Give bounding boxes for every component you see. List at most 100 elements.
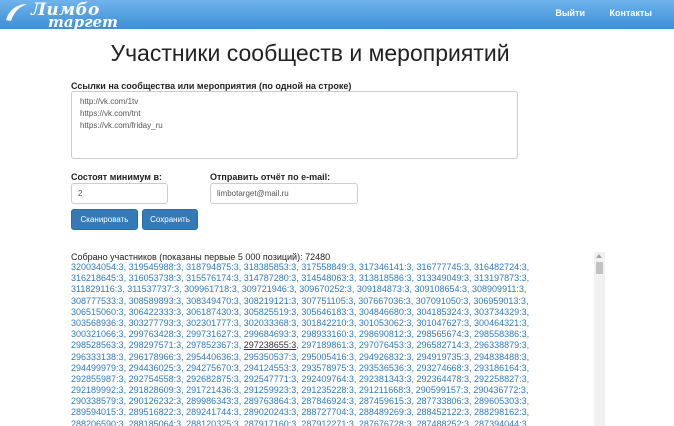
member-id-link[interactable]: 287488252:3: [416, 419, 469, 426]
nav-logout-link[interactable]: Выйти: [555, 8, 585, 18]
member-id-link[interactable]: 296338879:3: [474, 340, 527, 350]
member-id-link[interactable]: 288206590:3: [71, 419, 124, 426]
member-id-link[interactable]: 292855987:3: [71, 374, 124, 384]
member-id-link[interactable]: 318385853:3: [244, 262, 297, 272]
member-id-link[interactable]: 288298162:3: [474, 407, 527, 417]
member-id-link[interactable]: 317346141:3: [359, 262, 412, 272]
member-id-link[interactable]: 295350537:3: [244, 352, 297, 362]
member-id-link[interactable]: 290126232:3: [129, 396, 182, 406]
member-id-link[interactable]: 291721436:3: [186, 385, 239, 395]
member-id-link[interactable]: 297238655:3: [244, 340, 297, 350]
member-id-link[interactable]: 303568936:3: [71, 318, 124, 328]
member-id-link[interactable]: 294838488:3: [474, 352, 527, 362]
member-id-link[interactable]: 304846680:3: [359, 307, 412, 317]
member-id-link[interactable]: 305646183:3: [301, 307, 354, 317]
member-id-link[interactable]: 289241744:3: [186, 407, 239, 417]
member-id-link[interactable]: 290599157:3: [416, 385, 469, 395]
member-id-link[interactable]: 292754558:3: [129, 374, 182, 384]
member-id-link[interactable]: 291828609:3: [129, 385, 182, 395]
member-id-link[interactable]: 293578975:3: [301, 363, 354, 373]
member-id-link[interactable]: 295005416:3: [301, 352, 354, 362]
member-id-link[interactable]: 309184873:3: [357, 284, 410, 294]
member-id-link[interactable]: 308219121:3: [244, 296, 297, 306]
links-textarea[interactable]: http://vk.com/1tv https://vk.com/tnt htt…: [71, 91, 518, 159]
member-id-link[interactable]: 292364478:3: [416, 374, 469, 384]
member-id-link[interactable]: 296333138:3: [71, 352, 124, 362]
member-id-link[interactable]: 289020243:3: [244, 407, 297, 417]
member-id-link[interactable]: 288185064:3: [129, 419, 182, 426]
member-id-link[interactable]: 316218645:3: [71, 273, 124, 283]
member-id-link[interactable]: 288452122:3: [416, 407, 469, 417]
member-id-link[interactable]: 298565674:3: [416, 329, 469, 339]
member-id-link[interactable]: 316053738:3: [129, 273, 182, 283]
member-id-link[interactable]: 306187430:3: [186, 307, 239, 317]
member-id-link[interactable]: 302033368:3: [244, 318, 297, 328]
member-id-link[interactable]: 291259923:3: [244, 385, 297, 395]
member-id-link[interactable]: 287394044:3: [474, 419, 527, 426]
member-id-link[interactable]: 302301777:3: [186, 318, 239, 328]
results-scrollbar[interactable]: [594, 252, 605, 426]
member-id-link[interactable]: 314548063:3: [301, 273, 354, 283]
member-id-link[interactable]: 290436772:3: [473, 385, 526, 395]
member-id-link[interactable]: 313197873:3: [474, 273, 527, 283]
member-id-link[interactable]: 288489269:3: [359, 407, 412, 417]
member-id-link[interactable]: 291211668:3: [359, 385, 411, 395]
member-id-link[interactable]: 296582714:3: [416, 340, 469, 350]
member-id-link[interactable]: 293274668:3: [416, 363, 469, 373]
member-id-link[interactable]: 298690812:3: [359, 329, 412, 339]
member-id-link[interactable]: 299731627:3: [186, 329, 239, 339]
member-id-link[interactable]: 317558849:3: [301, 262, 354, 272]
member-id-link[interactable]: 298933160:3: [301, 329, 354, 339]
member-id-link[interactable]: 292381343:3: [359, 374, 412, 384]
logo[interactable]: Лимбо таргет: [0, 0, 118, 34]
member-id-link[interactable]: 306515060:3: [71, 307, 124, 317]
member-id-link[interactable]: 319545988:3: [129, 262, 182, 272]
member-id-link[interactable]: 289594015:3: [71, 407, 124, 417]
member-id-link[interactable]: 305825519:3: [244, 307, 297, 317]
min-groups-input[interactable]: 2: [71, 183, 168, 204]
member-id-link[interactable]: 301842210:3: [301, 318, 354, 328]
member-id-link[interactable]: 303277793:3: [129, 318, 182, 328]
member-id-link[interactable]: 311829116:3: [71, 284, 122, 294]
scroll-thumb[interactable]: [596, 262, 603, 274]
member-id-link[interactable]: 287676728:3: [359, 419, 412, 426]
member-id-link[interactable]: 292682875:3: [186, 374, 239, 384]
member-id-link[interactable]: 292258827:3: [474, 374, 527, 384]
member-id-link[interactable]: 300464321:3: [474, 318, 527, 328]
member-id-link[interactable]: 294124553:3: [244, 363, 297, 373]
member-id-link[interactable]: 289763864:3: [244, 396, 297, 406]
member-id-link[interactable]: 299763428:3: [129, 329, 182, 339]
member-id-link[interactable]: 301047627:3: [416, 318, 469, 328]
member-id-link[interactable]: 308909911:3: [472, 284, 524, 294]
member-id-link[interactable]: 292409764:3: [301, 374, 354, 384]
member-id-link[interactable]: 289516822:3: [129, 407, 182, 417]
member-id-link[interactable]: 320034054:3: [71, 262, 124, 272]
member-id-link[interactable]: 287917160:3: [244, 419, 297, 426]
member-id-link[interactable]: 313818586:3: [359, 273, 412, 283]
member-id-link[interactable]: 297852367:3: [186, 340, 239, 350]
member-id-link[interactable]: 293186164:3: [474, 363, 527, 373]
member-id-link[interactable]: 298528563:3: [71, 340, 124, 350]
member-id-link[interactable]: 301053062:3: [359, 318, 412, 328]
member-id-link[interactable]: 295440636:3: [186, 352, 239, 362]
member-id-link[interactable]: 294926832:3: [359, 352, 412, 362]
member-id-link[interactable]: 303734329:3: [474, 307, 527, 317]
member-id-link[interactable]: 307667036:3: [358, 296, 411, 306]
member-id-link[interactable]: 318794875:3: [186, 262, 239, 272]
member-id-link[interactable]: 291235228:3: [301, 385, 354, 395]
member-id-link[interactable]: 292547771:3: [244, 374, 297, 384]
member-id-link[interactable]: 294499979:3: [71, 363, 124, 373]
member-id-link[interactable]: 309670252:3: [299, 284, 352, 294]
member-id-link[interactable]: 309721946:3: [242, 284, 295, 294]
member-id-link[interactable]: 292189992:3: [71, 385, 124, 395]
member-id-link[interactable]: 289986343:3: [186, 396, 239, 406]
member-id-link[interactable]: 309961718:3: [184, 284, 237, 294]
member-id-link[interactable]: 307091050:3: [416, 296, 469, 306]
member-id-link[interactable]: 294436025:3: [129, 363, 182, 373]
scroll-up-arrow-icon[interactable]: [596, 254, 602, 258]
member-id-link[interactable]: 309108654:3: [414, 284, 467, 294]
save-button[interactable]: Сохранить: [142, 209, 198, 230]
member-id-link[interactable]: 316482724:3: [474, 262, 527, 272]
member-id-link[interactable]: 288727704:3: [301, 407, 354, 417]
member-id-link[interactable]: 287733806:3: [416, 396, 469, 406]
